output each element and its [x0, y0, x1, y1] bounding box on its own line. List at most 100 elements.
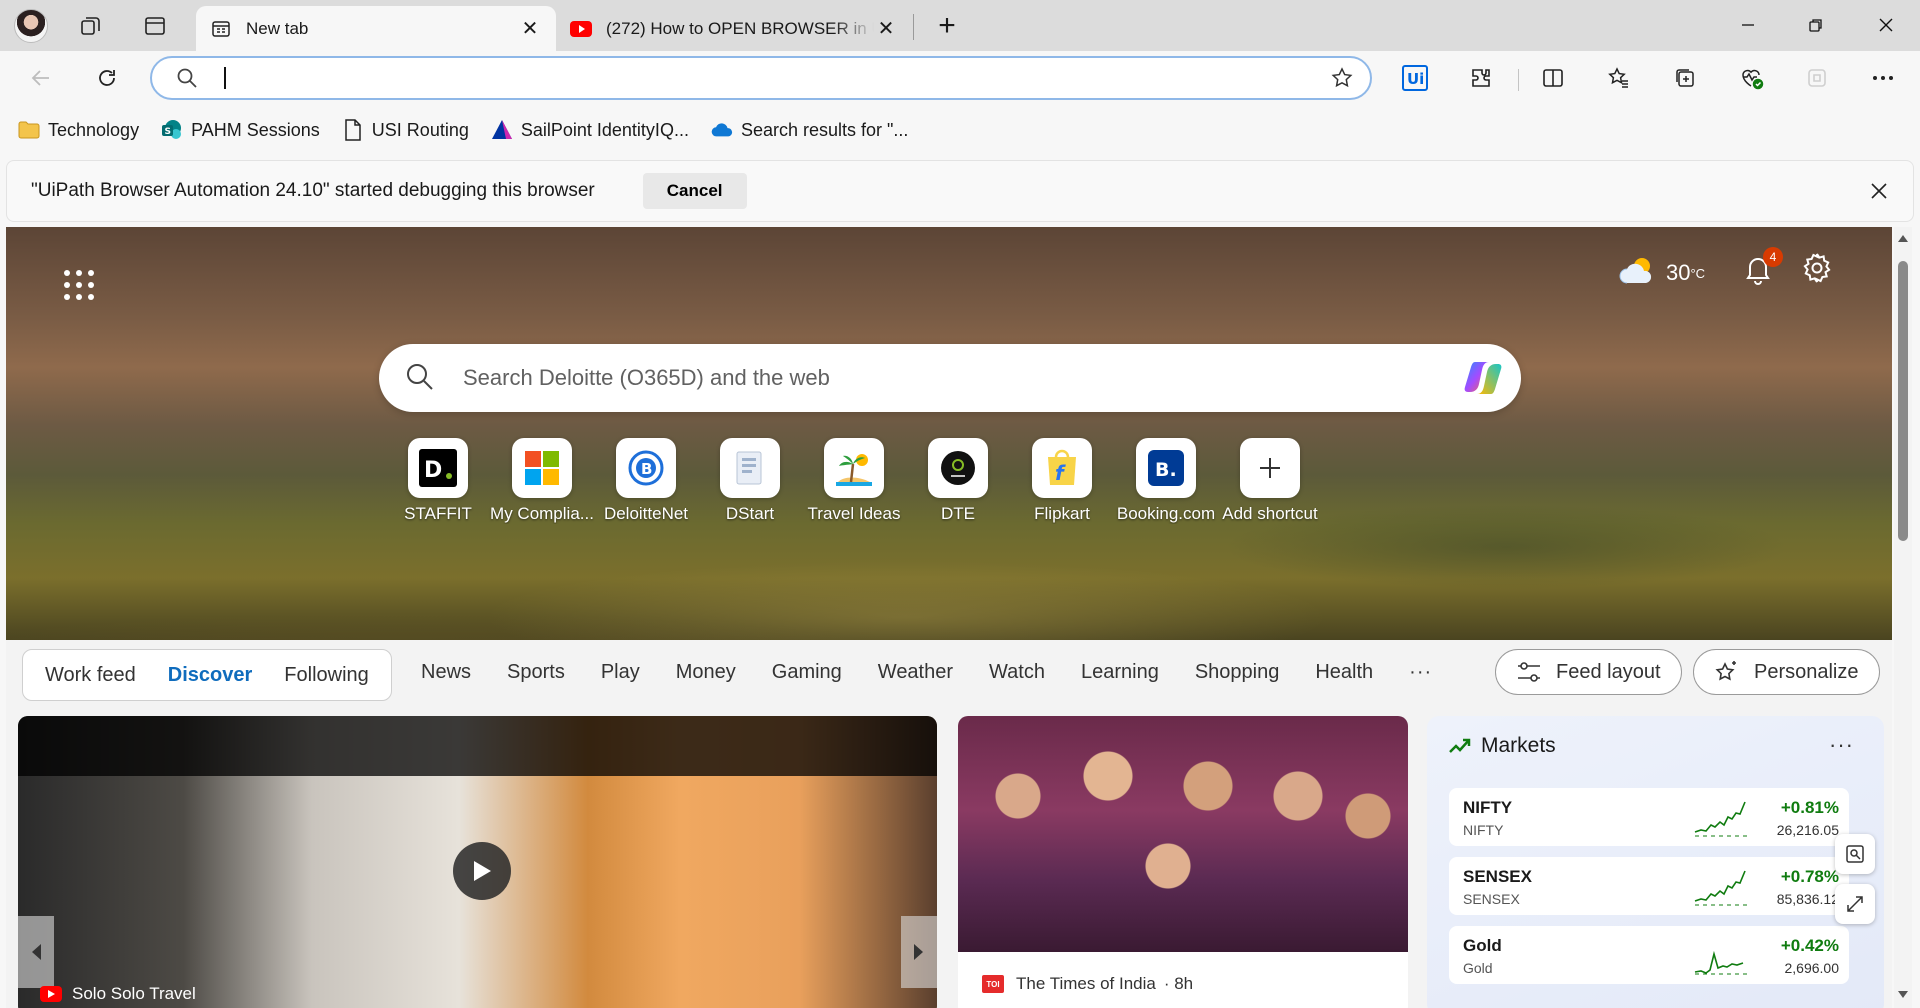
- market-name: NIFTY: [1463, 798, 1513, 817]
- shortcut-booking[interactable]: B. Booking.com: [1106, 438, 1226, 523]
- category-money[interactable]: Money: [676, 661, 736, 684]
- favorite-technology[interactable]: Technology: [18, 119, 139, 141]
- play-icon[interactable]: [453, 842, 511, 900]
- partly-cloudy-icon: [1618, 255, 1658, 291]
- tab-new-tab[interactable]: New tab ✕: [196, 6, 556, 51]
- tab-following[interactable]: Following: [268, 664, 384, 687]
- new-tab-button[interactable]: +: [930, 9, 964, 43]
- shortcut-dte[interactable]: DTE: [898, 438, 1018, 523]
- beach-palm-icon: [824, 438, 884, 498]
- refresh-icon[interactable]: [88, 59, 126, 97]
- category-shopping[interactable]: Shopping: [1195, 661, 1280, 684]
- image-search-icon[interactable]: [1835, 834, 1875, 874]
- scroll-thumb[interactable]: [1898, 261, 1908, 541]
- copilot-icon[interactable]: [1461, 356, 1505, 400]
- tab-youtube[interactable]: (272) How to OPEN BROWSER in UiPath ✕: [556, 6, 912, 51]
- tab-close-icon[interactable]: ✕: [518, 17, 542, 41]
- split-screen-icon[interactable]: [1534, 59, 1572, 97]
- address-bar[interactable]: [150, 56, 1372, 100]
- shortcut-my-compliance[interactable]: My Complia...: [482, 438, 602, 523]
- shortcut-dstart[interactable]: DStart: [690, 438, 810, 523]
- favorite-pahm-sessions[interactable]: S PAHM Sessions: [161, 119, 320, 141]
- scroll-down-arrow-icon[interactable]: [1898, 991, 1908, 998]
- markets-header[interactable]: Markets: [1449, 734, 1556, 758]
- favorite-usi-routing[interactable]: USI Routing: [342, 119, 469, 141]
- favorite-sailpoint[interactable]: SailPoint IdentityIQ...: [491, 119, 689, 141]
- favorites-bar: Technology S PAHM Sessions USI Routing S…: [0, 105, 1920, 155]
- previous-arrow-icon[interactable]: [18, 916, 54, 988]
- settings-more-icon[interactable]: [1864, 59, 1902, 97]
- expand-icon[interactable]: [1835, 884, 1875, 924]
- browser-essentials-icon[interactable]: [1732, 59, 1770, 97]
- market-change: +0.78%: [1780, 867, 1839, 886]
- favorite-label: Technology: [48, 119, 140, 140]
- tab-discover[interactable]: Discover: [152, 664, 269, 687]
- add-shortcut-button[interactable]: Add shortcut: [1210, 438, 1330, 523]
- close-icon[interactable]: [1865, 177, 1893, 205]
- market-price: 2,696.00: [1784, 960, 1840, 976]
- shortcut-flipkart[interactable]: f Flipkart: [1002, 438, 1122, 523]
- workspaces-icon[interactable]: [74, 9, 108, 43]
- market-price: 85,836.12: [1776, 891, 1839, 907]
- category-sports[interactable]: Sports: [507, 661, 565, 684]
- sharepoint-icon: S: [161, 119, 183, 141]
- close-window-icon[interactable]: [1856, 6, 1916, 44]
- more-categories-button[interactable]: ···: [1409, 661, 1432, 684]
- profile-avatar[interactable]: [14, 9, 48, 43]
- extensions-icon[interactable]: [1462, 59, 1500, 97]
- uipath-extension-icon[interactable]: Ui: [1396, 59, 1434, 97]
- market-row-sensex[interactable]: SENSEX SENSEX +0.78% 85,836.12: [1449, 857, 1849, 915]
- vertical-tabs-icon[interactable]: [138, 9, 172, 43]
- booking-logo-icon: B.: [1136, 438, 1196, 498]
- favorite-search-results[interactable]: Search results for "...: [711, 119, 908, 141]
- restore-icon[interactable]: [1786, 6, 1846, 44]
- svg-text:D: D: [424, 458, 442, 483]
- news-card[interactable]: TOI The Times of India · 8h: [958, 716, 1408, 1008]
- feed-layout-button[interactable]: Feed layout: [1495, 649, 1682, 695]
- favorites-icon[interactable]: [1600, 59, 1638, 97]
- market-row-nifty[interactable]: NIFTY NIFTY +0.81% 26,216.05: [1449, 788, 1849, 846]
- web-search-box[interactable]: [379, 344, 1521, 412]
- market-row-gold[interactable]: Gold Gold +0.42% 2,696.00: [1449, 926, 1849, 984]
- category-watch[interactable]: Watch: [989, 661, 1045, 684]
- personalize-button[interactable]: Personalize: [1693, 649, 1880, 695]
- video-source-label: Solo Solo Travel: [72, 984, 196, 1003]
- address-input[interactable]: [222, 65, 1302, 91]
- cancel-button[interactable]: Cancel: [642, 173, 747, 209]
- shortcut-travel-ideas[interactable]: Travel Ideas: [794, 438, 914, 523]
- plus-icon: [1240, 438, 1300, 498]
- category-news[interactable]: News: [421, 661, 471, 684]
- category-health[interactable]: Health: [1315, 661, 1373, 684]
- category-play[interactable]: Play: [601, 661, 640, 684]
- tab-close-icon[interactable]: ✕: [874, 17, 898, 41]
- tab-work-feed[interactable]: Work feed: [29, 664, 152, 687]
- markets-more-options[interactable]: ···: [1829, 732, 1854, 758]
- tab-strip: New tab ✕ (272) How to OPEN BROWSER in U…: [0, 0, 1920, 51]
- youtube-favicon-icon: [570, 18, 592, 40]
- page-settings-gear-icon[interactable]: [1800, 251, 1840, 291]
- minimize-icon[interactable]: [1718, 6, 1778, 44]
- category-learning[interactable]: Learning: [1081, 661, 1159, 684]
- weather-widget[interactable]: 30 °C: [1618, 255, 1705, 291]
- collections-icon[interactable]: [1666, 59, 1704, 97]
- sparkline-chart: [1694, 801, 1749, 837]
- search-input[interactable]: [463, 364, 1403, 392]
- back-icon[interactable]: [22, 59, 60, 97]
- times-of-india-logo-icon: TOI: [982, 975, 1004, 993]
- category-weather[interactable]: Weather: [878, 661, 953, 684]
- market-subtitle: Gold: [1463, 960, 1493, 976]
- copilot-sidebar-icon[interactable]: [1798, 59, 1836, 97]
- shortcut-label: Booking.com: [1116, 504, 1216, 523]
- favorite-star-icon[interactable]: [1330, 66, 1354, 95]
- video-card[interactable]: Solo Solo Travel: [18, 716, 937, 1008]
- shortcut-staffit[interactable]: D STAFFIT: [378, 438, 498, 523]
- personalize-label: Personalize: [1754, 660, 1859, 683]
- shortcut-deloittenet[interactable]: B DeloitteNet: [586, 438, 706, 523]
- next-arrow-icon[interactable]: [901, 916, 937, 988]
- new-tab-page: 30°C 4 D STAFFIT: [6, 227, 1892, 1008]
- favorite-label: Search results for "...: [740, 119, 909, 140]
- scroll-up-arrow-icon[interactable]: [1898, 235, 1908, 242]
- app-launcher-icon[interactable]: [56, 262, 96, 302]
- page-scrollbar[interactable]: [1894, 227, 1912, 1008]
- category-gaming[interactable]: Gaming: [772, 661, 842, 684]
